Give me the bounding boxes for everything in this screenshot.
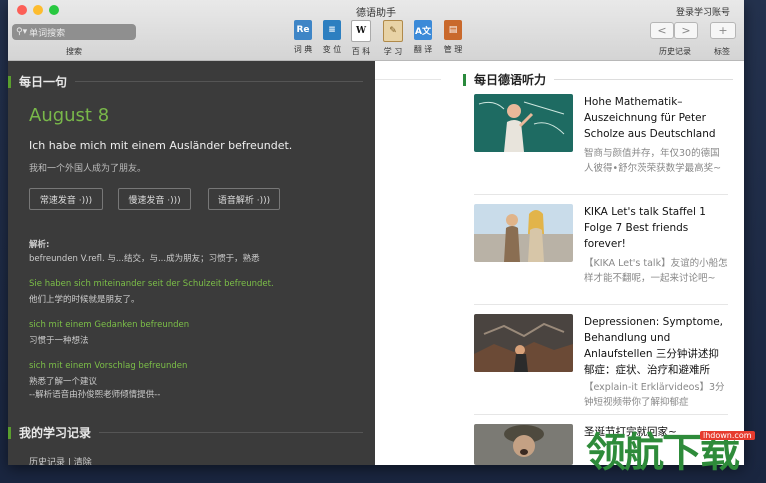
listening-section-title: 每日德语听力 bbox=[474, 73, 547, 87]
toolbar: 德语助手 登录学习账号 ⚲▾ 单词搜索 搜索 Re 词 典 ≡ 变 位 W 百 … bbox=[8, 0, 744, 61]
daily-translation: 我和一个外国人成为了朋友。 bbox=[29, 164, 147, 174]
app-window: 德语助手 登录学习账号 ⚲▾ 单词搜索 搜索 Re 词 典 ≡ 变 位 W 百 … bbox=[8, 0, 744, 465]
listening-section-header: 每日德语听力 bbox=[463, 71, 733, 88]
thumbnail-depression bbox=[474, 314, 573, 372]
daily-sentence-panel: 每日一句 August 8 Ich habe mich mit einem Au… bbox=[8, 61, 375, 465]
watermark-logo: 领航下载 bbox=[586, 430, 740, 476]
thumbnail-beach-friends bbox=[474, 204, 573, 262]
example-3-chinese: 熟悉了解一个建议 bbox=[29, 377, 98, 387]
divider bbox=[474, 304, 728, 305]
plus-icon: + bbox=[718, 24, 728, 37]
search-icon: ⚲▾ bbox=[16, 27, 28, 37]
back-button[interactable]: < bbox=[650, 22, 674, 39]
example-1-german: Sie haben sich miteinander seit der Schu… bbox=[29, 279, 274, 289]
section-marker bbox=[8, 426, 11, 439]
example-2-german: sich mit einem Gedanken befreunden bbox=[29, 320, 190, 330]
thumbnail-image bbox=[474, 424, 573, 465]
tool-wikipedia[interactable]: W 百 科 bbox=[348, 20, 374, 57]
listening-item-title: Hohe Mathematik–Auszeichnung für Peter S… bbox=[584, 96, 716, 140]
listening-item-desc: 【KIKA Let's talk】友谊的小船怎样才能不翻呢，一起来讨论吧~ bbox=[584, 258, 728, 284]
daily-section-title: 每日一句 bbox=[19, 75, 68, 89]
divider bbox=[375, 79, 441, 80]
divider bbox=[554, 79, 733, 80]
normal-speed-audio-button[interactable]: 常速发音 ·))) bbox=[29, 188, 103, 210]
audio-analysis-button[interactable]: 语音解析 ·))) bbox=[208, 188, 280, 210]
analysis-text: befreunden V.refl. 与...结交，与...成为朋友；习惯于，熟… bbox=[29, 254, 260, 264]
chevron-right-icon: > bbox=[681, 24, 691, 37]
records-section-header: 我的学习记录 bbox=[8, 424, 375, 441]
divider bbox=[99, 432, 363, 433]
wikipedia-icon: W bbox=[351, 20, 371, 42]
window-title: 德语助手 bbox=[356, 8, 396, 19]
section-marker bbox=[463, 73, 466, 86]
listening-item-title: Depressionen: Symptome, Behandlung und A… bbox=[584, 316, 724, 376]
thumbnail-image bbox=[474, 204, 573, 262]
history-caption: 历史记录 bbox=[659, 47, 691, 56]
divider bbox=[75, 81, 363, 82]
add-tag-button[interactable]: + bbox=[710, 22, 736, 39]
chevron-left-icon: < bbox=[657, 24, 667, 37]
daily-sentence: Ich habe mich mit einem Ausländer befreu… bbox=[29, 139, 293, 152]
thumbnail-image bbox=[474, 314, 573, 372]
dictionary-icon: Re bbox=[294, 20, 312, 40]
daily-date: August 8 bbox=[29, 105, 110, 126]
watermark-site: lhdown.com bbox=[700, 431, 755, 440]
thumbnail-math-lecture bbox=[474, 94, 573, 152]
search-placeholder: 单词搜索 bbox=[29, 28, 66, 39]
analysis-label: 解析: bbox=[29, 240, 50, 250]
conjugation-icon: ≡ bbox=[323, 20, 341, 40]
listening-item-desc: 智商与颜值并存，年仅30的德国人彼得•舒尔茨荣获数学最高奖~ bbox=[584, 148, 722, 174]
thumbnail-image bbox=[474, 94, 573, 152]
forward-button[interactable]: > bbox=[674, 22, 698, 39]
example-3-german: sich mit einem Vorschlag befreunden bbox=[29, 361, 188, 371]
example-2-chinese: 习惯于一种想法 bbox=[29, 336, 89, 346]
manage-icon: ▤ bbox=[444, 20, 462, 40]
example-1-chinese: 他们上学的时候就是朋友了。 bbox=[29, 295, 140, 305]
tool-manage[interactable]: ▤ 管 理 bbox=[440, 20, 466, 55]
divider bbox=[474, 194, 728, 195]
listening-panel: 每日德语听力 Hohe Mathematik–Auszeichnung für … bbox=[375, 61, 744, 465]
records-section-title: 我的学习记录 bbox=[19, 426, 92, 440]
study-icon: ✎ bbox=[383, 20, 403, 42]
search-input[interactable]: ⚲▾ 单词搜索 bbox=[12, 24, 136, 40]
translate-icon: A文 bbox=[414, 20, 432, 40]
daily-section-header: 每日一句 bbox=[8, 73, 375, 90]
tool-conjugation[interactable]: ≡ 变 位 bbox=[319, 20, 345, 55]
search-caption: 搜索 bbox=[66, 47, 82, 56]
listening-item-title: KIKA Let's talk Staffel 1 Folge 7 Best f… bbox=[584, 206, 706, 250]
analysis-credit: --解析语音由孙俊熙老师倾情提供-- bbox=[29, 390, 161, 400]
tool-dictionary[interactable]: Re 词 典 bbox=[290, 20, 316, 55]
tool-study[interactable]: ✎ 学 习 bbox=[380, 20, 406, 57]
divider bbox=[474, 414, 728, 415]
records-links[interactable]: 历史记录 | 清除 bbox=[29, 455, 92, 465]
tags-caption: 标签 bbox=[714, 47, 730, 56]
login-link[interactable]: 登录学习账号 bbox=[676, 5, 730, 18]
listening-item-desc: 【explain-it Erklärvideos】3分钟短视频带你了解抑郁症 bbox=[584, 382, 725, 408]
slow-speed-audio-button[interactable]: 慢速发音 ·))) bbox=[118, 188, 191, 210]
section-marker bbox=[8, 75, 11, 88]
thumbnail-soldier bbox=[474, 424, 573, 465]
tool-translate[interactable]: A文 翻 译 bbox=[410, 20, 436, 55]
